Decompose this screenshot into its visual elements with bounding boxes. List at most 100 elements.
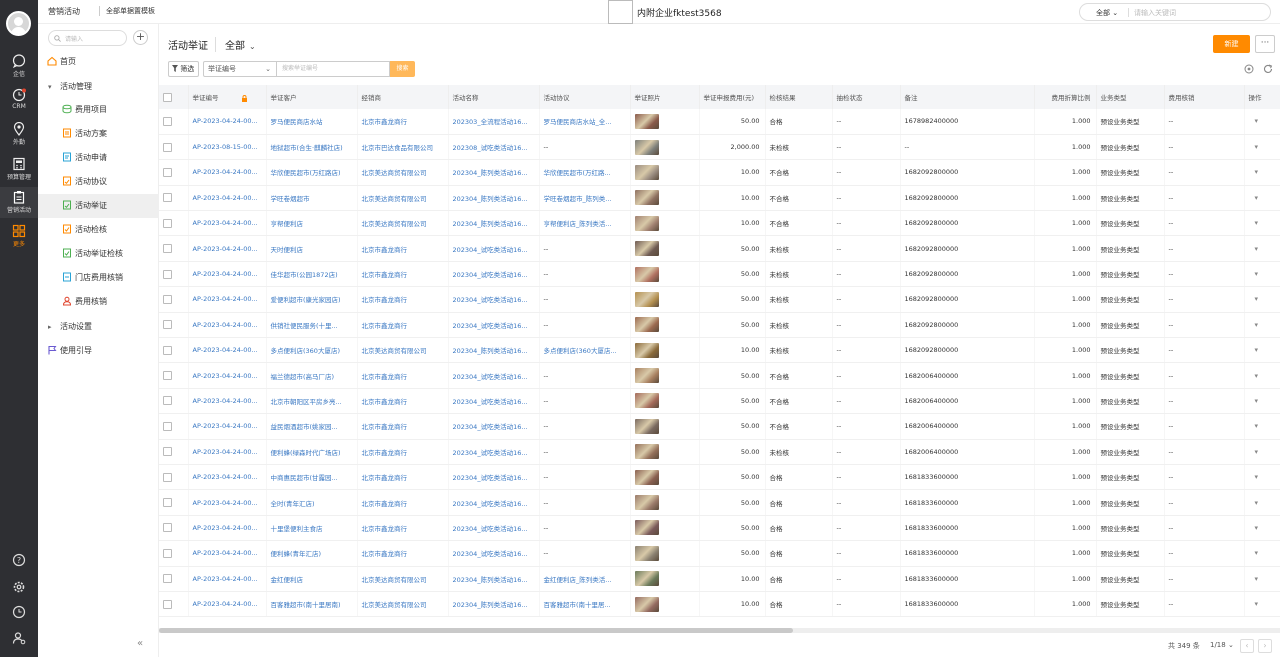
table-row[interactable]: AP-2023-04-24-00... 亨帮便利店 北京美达商贸有限公司 202304… — [159, 210, 1280, 237]
table-cell[interactable]: AP-2023-04-24-00... — [188, 515, 267, 542]
table-cell[interactable]: 北京美达商贸有限公司 — [357, 210, 449, 237]
column-settings-icon[interactable] — [1244, 64, 1254, 74]
photo-thumbnail[interactable] — [634, 291, 659, 307]
col-header[interactable]: 举证照片 — [630, 85, 700, 109]
table-cell[interactable]: 北京美达商贸有限公司 — [357, 566, 449, 592]
table-cell[interactable]: 罗马便民商店水站 — [266, 109, 358, 135]
col-header[interactable]: 举证客户 — [266, 85, 358, 109]
table-cell[interactable]: 供销社便民服务(十里... — [266, 312, 358, 339]
photo-thumbnail[interactable] — [634, 139, 659, 155]
table-cell[interactable]: AP-2023-04-24-00... — [188, 159, 267, 186]
prev-page-button[interactable]: ‹ — [1240, 639, 1254, 653]
proof-photo[interactable] — [630, 540, 700, 567]
table-cell[interactable]: 爱便利超市(康光家园店) — [266, 286, 358, 313]
row-checkbox[interactable] — [159, 286, 189, 313]
table-cell[interactable]: AP-2023-04-24-00... — [188, 337, 267, 364]
table-cell[interactable]: -- — [539, 413, 631, 440]
search-button[interactable]: 搜索 — [390, 61, 415, 77]
row-actions-dropdown[interactable]: ▾ — [1244, 489, 1280, 516]
help-icon[interactable]: ? — [12, 553, 26, 567]
collapse-sidebar-icon[interactable]: « — [137, 638, 143, 649]
rail-item-budget[interactable]: 预算管理 — [0, 154, 38, 185]
table-cell[interactable]: 北京市鑫龙商行 — [357, 413, 449, 440]
col-header[interactable]: 举证编号 — [188, 85, 267, 109]
table-cell[interactable]: -- — [539, 515, 631, 542]
table-row[interactable]: AP-2023-04-24-00... 金红便利店 北京美达商贸有限公司 202304… — [159, 566, 1280, 592]
table-cell[interactable]: AP-2023-04-24-00... — [188, 489, 267, 516]
add-button[interactable]: + — [133, 30, 148, 45]
table-cell[interactable]: -- — [539, 489, 631, 516]
table-cell[interactable]: 北京市鑫龙商行 — [357, 388, 449, 415]
proof-photo[interactable] — [630, 261, 700, 288]
table-cell[interactable]: 学旺卷烟超市_陈列类... — [539, 185, 631, 212]
sidebar-item-agreement[interactable]: 活动协议 — [38, 170, 159, 194]
row-actions-dropdown[interactable]: ▾ — [1244, 540, 1280, 567]
proof-photo[interactable] — [630, 337, 700, 364]
row-actions-dropdown[interactable]: ▾ — [1244, 159, 1280, 186]
rail-item-more[interactable]: 更多 — [0, 221, 38, 252]
company-name[interactable]: 内附企业fktest3568 — [637, 6, 722, 19]
row-actions-dropdown[interactable]: ▾ — [1244, 439, 1280, 465]
table-row[interactable]: AP-2023-04-24-00... 天时便利店 北京市鑫龙商行 202304_试吃… — [159, 235, 1280, 262]
row-checkbox[interactable] — [159, 185, 189, 212]
table-cell[interactable]: 罗马便民商店水站_全... — [539, 109, 631, 135]
col-header[interactable]: 备注 — [900, 85, 1035, 109]
proof-photo[interactable] — [630, 159, 700, 186]
table-cell[interactable]: 学旺卷烟超市 — [266, 185, 358, 212]
table-cell[interactable]: 北京市鑫龙商行 — [357, 312, 449, 339]
photo-thumbnail[interactable] — [634, 418, 659, 434]
table-cell[interactable]: -- — [539, 312, 631, 339]
photo-thumbnail[interactable] — [634, 393, 659, 409]
table-cell[interactable]: AP-2023-04-24-00... — [188, 235, 267, 262]
rail-item-crm[interactable]: CRM — [0, 85, 38, 116]
table-cell[interactable]: 北京市鑫龙商行 — [357, 109, 449, 135]
table-cell[interactable]: 全时(青年汇店) — [266, 489, 358, 516]
row-actions-dropdown[interactable]: ▾ — [1244, 312, 1280, 339]
sidebar-item-expense-items[interactable]: 费用项目 — [38, 98, 159, 122]
row-checkbox[interactable] — [159, 566, 189, 592]
table-cell[interactable]: AP-2023-04-24-00... — [188, 591, 267, 618]
table-cell[interactable]: 202304_试吃类活动16... — [448, 261, 540, 288]
table-row[interactable]: AP-2023-04-24-00... 多点便利店(360大厦店) 北京美达商贸有限… — [159, 337, 1280, 364]
row-checkbox[interactable] — [159, 439, 189, 465]
photo-thumbnail[interactable] — [634, 241, 659, 257]
new-button[interactable]: 新建 — [1213, 35, 1250, 53]
view-select[interactable]: 全部 ⌄ — [215, 37, 256, 52]
proof-photo[interactable] — [630, 235, 700, 262]
table-cell[interactable]: 202304_陈列类活动16... — [448, 591, 540, 618]
table-row[interactable]: AP-2023-04-24-00... 爱便利超市(康光家园店) 北京市鑫龙商行 20… — [159, 286, 1280, 313]
table-cell[interactable]: AP-2023-04-24-00... — [188, 464, 267, 491]
filter-button[interactable]: 筛选 — [168, 61, 199, 77]
table-cell[interactable]: 北京市鑫龙商行 — [357, 286, 449, 313]
photo-thumbnail[interactable] — [634, 444, 659, 460]
table-cell[interactable]: 北京市鑫龙商行 — [357, 362, 449, 389]
table-cell[interactable]: AP-2023-04-24-00... — [188, 185, 267, 212]
table-cell[interactable]: 金红便利店 — [266, 566, 358, 592]
sidebar-group-settings[interactable]: ▸ 活动设置 — [38, 315, 159, 339]
row-actions-dropdown[interactable]: ▾ — [1244, 109, 1280, 135]
proof-photo[interactable] — [630, 566, 700, 592]
row-actions-dropdown[interactable]: ▾ — [1244, 235, 1280, 262]
table-cell[interactable]: 北京市鑫龙商行 — [357, 540, 449, 567]
row-checkbox[interactable] — [159, 413, 189, 440]
proof-photo[interactable] — [630, 515, 700, 542]
search-scope-select[interactable]: 全部 ⌄ — [1096, 8, 1118, 18]
proof-photo[interactable] — [630, 210, 700, 237]
table-row[interactable]: AP-2023-04-24-00... 便利蜂(绿森时代广场店) 北京市鑫龙商行 20… — [159, 439, 1280, 465]
table-cell[interactable]: AP-2023-04-24-00... — [188, 540, 267, 567]
sidebar-item-proof[interactable]: 活动举证 — [38, 194, 159, 218]
col-header[interactable]: 费用折算比例 — [1034, 85, 1097, 109]
table-cell[interactable]: 华欣便民超市(万红路店) — [266, 159, 358, 186]
sidebar-search-input[interactable]: 请输入 — [48, 30, 127, 46]
row-actions-dropdown[interactable]: ▾ — [1244, 261, 1280, 288]
col-header[interactable]: 活动名称 — [448, 85, 540, 109]
proof-photo[interactable] — [630, 362, 700, 389]
table-cell[interactable]: 华欣便民超市(万红路... — [539, 159, 631, 186]
table-cell[interactable]: AP-2023-08-15-00... — [188, 134, 267, 161]
table-cell[interactable]: 202308_试吃类活动16... — [448, 134, 540, 161]
table-cell[interactable]: -- — [539, 464, 631, 491]
field-select[interactable]: 举证编号 ⌄ — [203, 61, 277, 77]
table-cell[interactable]: 北京美达商贸有限公司 — [357, 337, 449, 364]
table-cell[interactable]: 亨帮便利店_陈列类活... — [539, 210, 631, 237]
table-row[interactable]: AP-2023-04-24-00... 益民烟酒超市(姚家园... 北京市鑫龙商行 2… — [159, 413, 1280, 440]
